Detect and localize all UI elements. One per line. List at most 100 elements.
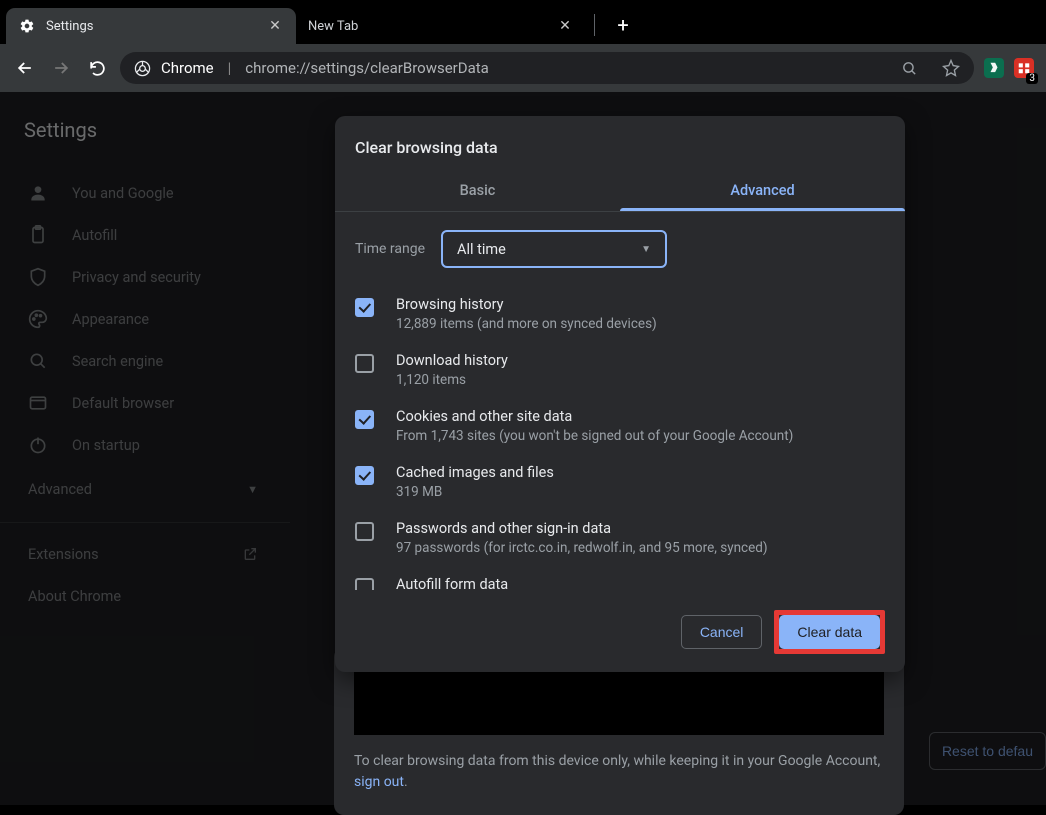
cancel-button-label: Cancel [700, 624, 744, 640]
sidebar-item-autofill[interactable]: Autofill [0, 214, 290, 256]
tab-divider [594, 14, 595, 36]
time-range-select[interactable]: All time ▼ [441, 230, 667, 268]
checkbox-icon[interactable] [355, 298, 374, 317]
cancel-button[interactable]: Cancel [681, 615, 763, 649]
reset-to-default-button[interactable]: Reset to defau [929, 732, 1046, 770]
clear-browsing-data-modal: Clear browsing data Basic Advanced Time … [335, 116, 905, 672]
chrome-icon [134, 60, 151, 77]
time-range-label: Time range [355, 241, 425, 257]
checkbox-icon[interactable] [355, 354, 374, 373]
extension-badge-count: 3 [1026, 73, 1038, 84]
option-subtitle: 1,120 items [396, 372, 508, 388]
sidebar-item-label: Extensions [28, 546, 99, 563]
settings-page: Settings You and Google Autofill Privacy… [0, 92, 1046, 805]
tab-basic-label: Basic [460, 182, 496, 199]
checkbox-icon[interactable] [355, 410, 374, 429]
option-subtitle: 12,889 items (and more on synced devices… [396, 316, 657, 332]
sidebar-item-search-engine[interactable]: Search engine [0, 340, 290, 382]
bookmark-star-icon[interactable] [942, 59, 960, 77]
modal-footer: Cancel Clear data [335, 592, 905, 672]
checkbox-icon[interactable] [355, 578, 374, 590]
sidebar-item-appearance[interactable]: Appearance [0, 298, 290, 340]
option-title: Cookies and other site data [396, 408, 793, 425]
power-icon [28, 435, 50, 455]
option-browsing-history[interactable]: Browsing history 12,889 items (and more … [355, 286, 875, 342]
close-icon[interactable]: ✕ [556, 17, 574, 35]
back-button[interactable] [12, 55, 38, 81]
option-title: Autofill form data [396, 576, 508, 590]
option-passwords[interactable]: Passwords and other sign-in data 97 pass… [355, 510, 875, 566]
sidebar-item-about-chrome[interactable]: About Chrome [0, 575, 290, 617]
tab-underline [620, 208, 905, 211]
new-tab-button[interactable]: + [609, 11, 637, 39]
info-text-post: . [404, 774, 408, 790]
sidebar-item-label: Search engine [72, 353, 163, 370]
sidebar-item-label: About Chrome [28, 588, 121, 605]
palette-icon [28, 309, 50, 329]
sidebar-advanced-toggle[interactable]: Advanced ▼ [0, 466, 290, 512]
extension-icon-1[interactable] [984, 58, 1004, 78]
page-title: Settings [24, 118, 97, 142]
sidebar-item-label: Default browser [72, 395, 174, 412]
option-download-history[interactable]: Download history 1,120 items [355, 342, 875, 398]
sign-out-link[interactable]: sign out [354, 774, 404, 790]
option-subtitle: 319 MB [396, 484, 554, 500]
tab-basic[interactable]: Basic [335, 169, 620, 211]
time-range-value: All time [457, 241, 506, 258]
browser-tab-settings[interactable]: Settings ✕ [6, 8, 296, 44]
address-bar[interactable]: Chrome | chrome://settings/clearBrowserD… [120, 52, 974, 84]
extension-icon-2[interactable]: 3 [1014, 58, 1034, 78]
option-title: Cached images and files [396, 464, 554, 481]
option-title: Browsing history [396, 296, 657, 313]
browser-toolbar: Chrome | chrome://settings/clearBrowserD… [0, 44, 1046, 92]
omnibox-url: chrome://settings/clearBrowserData [245, 59, 489, 77]
forward-button[interactable] [48, 55, 74, 81]
gear-icon [18, 17, 36, 35]
clear-data-button[interactable]: Clear data [779, 615, 880, 649]
external-link-icon [242, 546, 258, 562]
clear-data-highlight-box: Clear data [774, 610, 885, 654]
sidebar-item-on-startup[interactable]: On startup [0, 424, 290, 466]
search-icon[interactable] [901, 60, 918, 77]
search-icon [28, 351, 50, 371]
reload-button[interactable] [84, 55, 110, 81]
tab-label: Settings [46, 19, 93, 34]
tab-label: New Tab [308, 19, 358, 34]
tab-advanced[interactable]: Advanced [620, 169, 905, 211]
option-autofill-form-data[interactable]: Autofill form data [355, 566, 875, 590]
omnibox-separator: | [228, 59, 232, 77]
browser-icon [28, 393, 50, 413]
modal-title: Clear browsing data [335, 116, 905, 169]
settings-sidebar: You and Google Autofill Privacy and secu… [0, 164, 290, 617]
sidebar-item-default-browser[interactable]: Default browser [0, 382, 290, 424]
close-icon[interactable]: ✕ [266, 17, 284, 35]
modal-tabs: Basic Advanced [335, 169, 905, 212]
chevron-down-icon: ▼ [247, 483, 258, 496]
panel-placeholder [354, 665, 884, 735]
omnibox-chrome-label: Chrome [161, 59, 214, 77]
sidebar-item-label: Autofill [72, 227, 117, 244]
shield-icon [28, 267, 50, 287]
sidebar-divider [0, 522, 290, 523]
browser-tab-newtab[interactable]: New Tab ✕ [296, 8, 586, 44]
sidebar-item-label: On startup [72, 437, 140, 454]
option-cookies[interactable]: Cookies and other site data From 1,743 s… [355, 398, 875, 454]
sidebar-item-privacy-security[interactable]: Privacy and security [0, 256, 290, 298]
info-text-pre: To clear browsing data from this device … [354, 753, 880, 769]
checkbox-icon[interactable] [355, 466, 374, 485]
sidebar-item-label: Privacy and security [72, 269, 201, 286]
tab-strip: Settings ✕ New Tab ✕ + [0, 0, 1046, 44]
modal-scroll-area[interactable]: Time range All time ▼ Browsing history 1… [355, 230, 885, 590]
chevron-down-icon: ▼ [641, 244, 651, 255]
checkbox-icon[interactable] [355, 522, 374, 541]
option-cached-images[interactable]: Cached images and files 319 MB [355, 454, 875, 510]
sidebar-advanced-label: Advanced [28, 481, 92, 498]
sidebar-item-label: You and Google [72, 185, 174, 202]
sidebar-item-you-and-google[interactable]: You and Google [0, 172, 290, 214]
sidebar-item-extensions[interactable]: Extensions [0, 533, 290, 575]
option-title: Download history [396, 352, 508, 369]
clipboard-icon [28, 225, 50, 245]
clear-data-info-panel: To clear browsing data from this device … [334, 647, 904, 815]
option-subtitle: 97 passwords (for irctc.co.in, redwolf.i… [396, 540, 768, 556]
clear-data-button-label: Clear data [797, 624, 862, 640]
